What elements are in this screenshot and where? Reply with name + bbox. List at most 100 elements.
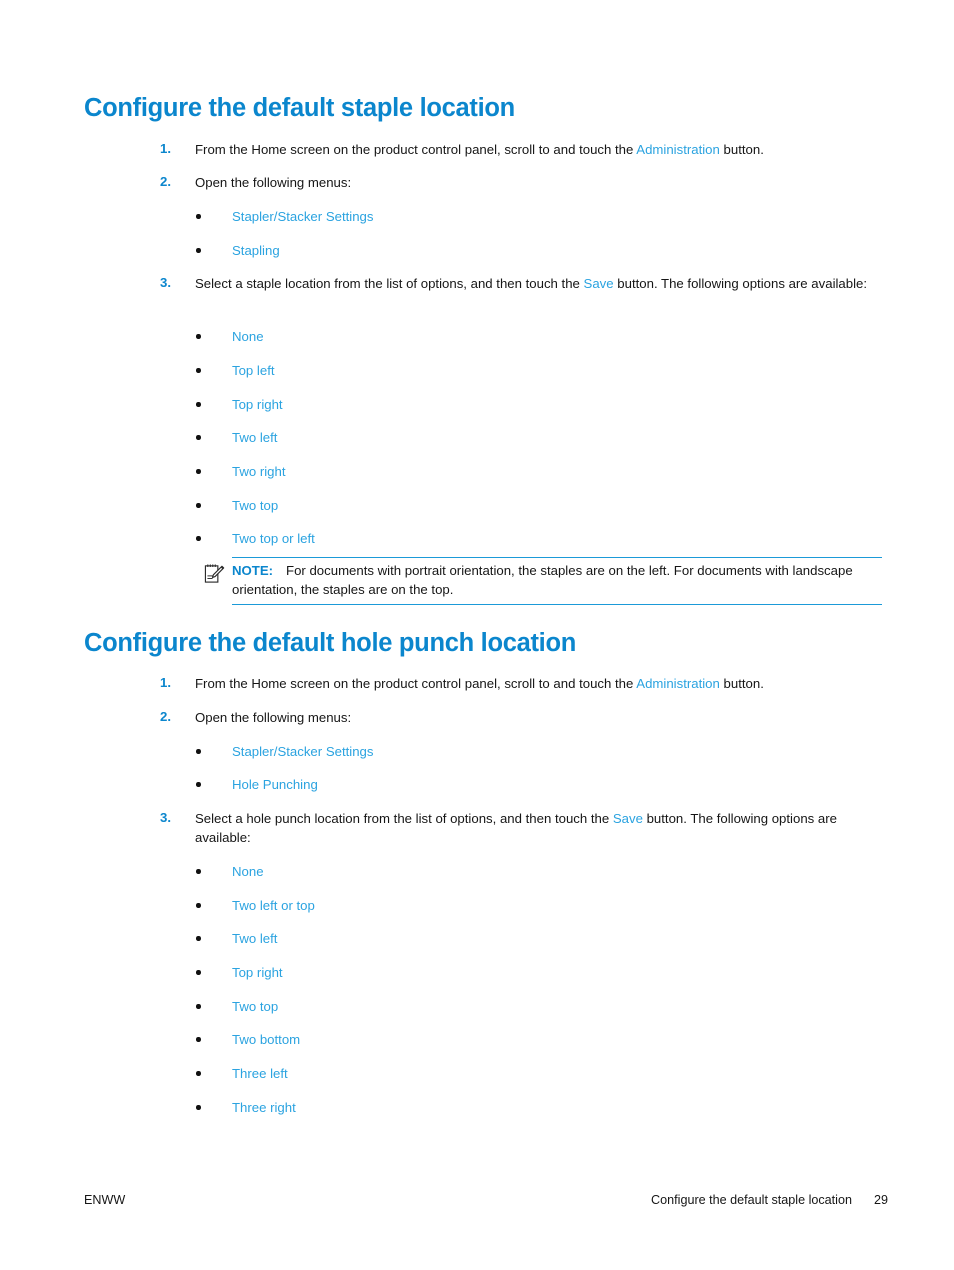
page-title-hole-punch-location: Configure the default hole punch locatio… <box>84 629 577 657</box>
inline-text: Open the following menus: <box>195 710 352 725</box>
step-item: 3. Select a hole punch location from the… <box>160 810 882 847</box>
step-text: From the Home screen on the product cont… <box>195 675 882 694</box>
list-item: Hole Punching <box>196 776 318 794</box>
footer-section-title: Configure the default staple location <box>651 1193 852 1207</box>
bullet-dot-icon <box>196 503 201 508</box>
step-number: 3. <box>160 275 171 290</box>
list-item: Two left or top <box>196 897 315 915</box>
inline-link[interactable]: Administration <box>636 676 720 691</box>
inline-link[interactable]: Save <box>584 276 614 291</box>
list-item-label[interactable]: Stapler/Stacker Settings <box>232 744 373 759</box>
step-item: 3. Select a staple location from the lis… <box>160 275 882 294</box>
step-number: 2. <box>160 709 171 724</box>
inline-link[interactable]: Save <box>613 811 643 826</box>
inline-text: Select a hole punch location from the li… <box>195 811 613 826</box>
document-page: Configure the default staple location 1.… <box>0 0 954 1270</box>
page-number: 29 <box>873 1193 888 1207</box>
footer-locale: ENWW <box>84 1193 126 1207</box>
bullet-dot-icon <box>196 936 201 941</box>
bullet-dot-icon <box>196 782 201 787</box>
step-text: Select a hole punch location from the li… <box>195 810 882 847</box>
list-item-label[interactable]: None <box>232 864 264 879</box>
list-item-label[interactable]: Stapler/Stacker Settings <box>232 209 373 224</box>
list-item-label[interactable]: Three right <box>232 1100 296 1115</box>
step-text: Open the following menus: <box>195 709 882 728</box>
list-item-label[interactable]: Top left <box>232 363 275 378</box>
list-item-label[interactable]: Stapling <box>232 243 280 258</box>
step-text: Open the following menus: <box>195 174 882 193</box>
bullet-dot-icon <box>196 970 201 975</box>
list-item: Stapler/Stacker Settings <box>196 208 373 226</box>
note-text: For documents with portrait orientation,… <box>232 563 853 597</box>
step-number: 1. <box>160 675 171 690</box>
list-item-label[interactable]: Two left <box>232 931 277 946</box>
page-title-staple-location: Configure the default staple location <box>84 94 515 122</box>
list-item: Top right <box>196 396 283 414</box>
bullet-dot-icon <box>196 869 201 874</box>
list-item-label[interactable]: Two bottom <box>232 1032 300 1047</box>
list-item-label[interactable]: Two left or top <box>232 898 315 913</box>
bullet-dot-icon <box>196 435 201 440</box>
inline-link[interactable]: Administration <box>636 142 720 157</box>
list-item: Stapling <box>196 242 280 260</box>
inline-text: From the Home screen on the product cont… <box>195 142 637 157</box>
step-item: 1. From the Home screen on the product c… <box>160 675 882 694</box>
bullet-dot-icon <box>196 402 201 407</box>
bullet-dot-icon <box>196 1037 201 1042</box>
bullet-dot-icon <box>196 1105 201 1110</box>
bullet-dot-icon <box>196 536 201 541</box>
list-item: Stapler/Stacker Settings <box>196 743 373 761</box>
bullet-dot-icon <box>196 248 201 253</box>
step-item: 2. Open the following menus: <box>160 709 882 728</box>
inline-text: button. The following options are availa… <box>613 276 868 291</box>
list-item: Two top <box>196 998 278 1016</box>
step-number: 2. <box>160 174 171 189</box>
list-item-label[interactable]: Top right <box>232 965 283 980</box>
inline-text: button. <box>719 676 764 691</box>
bullet-dot-icon <box>196 334 201 339</box>
list-item: None <box>196 328 264 346</box>
note-body: NOTE: For documents with portrait orienta… <box>232 557 882 605</box>
bullet-dot-icon <box>196 1071 201 1076</box>
step-item: 2. Open the following menus: <box>160 174 882 193</box>
step-number: 3. <box>160 810 171 825</box>
list-item: Three left <box>196 1065 288 1083</box>
note-callout: NOTE: For documents with portrait orienta… <box>204 557 882 605</box>
list-item: Two top or left <box>196 530 315 548</box>
inline-text: Select a staple location from the list o… <box>195 276 584 291</box>
list-item-label[interactable]: Hole Punching <box>232 777 318 792</box>
list-item: Two left <box>196 930 277 948</box>
list-item-label[interactable]: None <box>232 329 264 344</box>
list-item: None <box>196 863 264 881</box>
step-number: 1. <box>160 141 171 156</box>
footer-section: Configure the default staple location 29 <box>651 1193 888 1207</box>
list-item-label[interactable]: Three left <box>232 1066 288 1081</box>
bullet-dot-icon <box>196 368 201 373</box>
list-item-label[interactable]: Top right <box>232 397 283 412</box>
note-top-rule <box>232 557 882 558</box>
list-item-label[interactable]: Two top <box>232 999 278 1014</box>
list-item: Top left <box>196 362 275 380</box>
step-text: From the Home screen on the product cont… <box>195 141 882 160</box>
note-pencil-icon <box>204 563 225 584</box>
inline-text: button. <box>719 142 764 157</box>
bullet-dot-icon <box>196 214 201 219</box>
bullet-dot-icon <box>196 749 201 754</box>
list-item-label[interactable]: Two left <box>232 430 277 445</box>
note-bottom-rule <box>232 604 882 605</box>
list-item-label[interactable]: Two top <box>232 498 278 513</box>
list-item-label[interactable]: Two top or left <box>232 531 315 546</box>
bullet-dot-icon <box>196 469 201 474</box>
inline-text: From the Home screen on the product cont… <box>195 676 637 691</box>
list-item: Two right <box>196 463 286 481</box>
note-label: NOTE: <box>232 563 274 578</box>
list-item: Two left <box>196 429 277 447</box>
list-item: Two top <box>196 497 278 515</box>
bullet-dot-icon <box>196 903 201 908</box>
step-item: 1. From the Home screen on the product c… <box>160 141 882 160</box>
list-item-label[interactable]: Two right <box>232 464 286 479</box>
inline-text: Open the following menus: <box>195 175 352 190</box>
step-text: Select a staple location from the list o… <box>195 275 882 294</box>
list-item: Two bottom <box>196 1031 300 1049</box>
bullet-dot-icon <box>196 1004 201 1009</box>
